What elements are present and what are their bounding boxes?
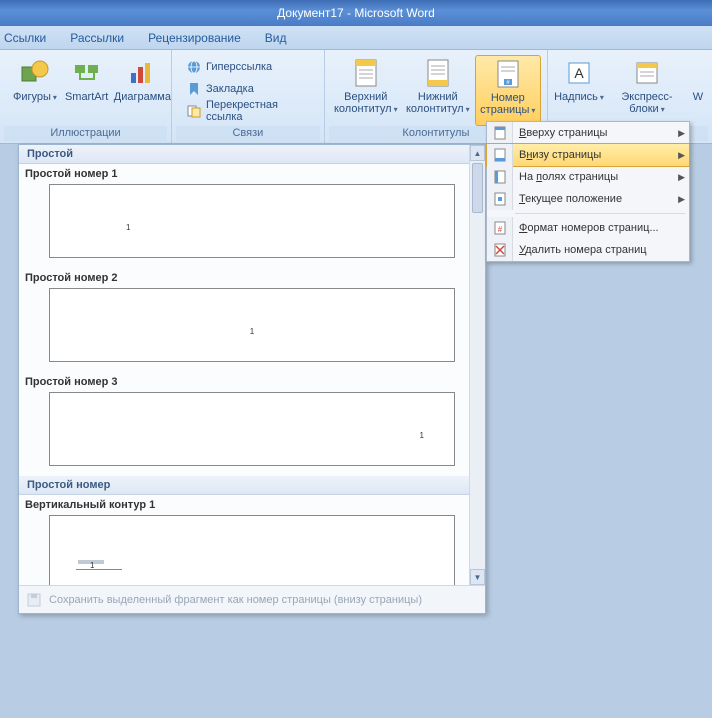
- chart-button[interactable]: Диаграмма: [115, 55, 169, 126]
- bookmark-label: Закладка: [206, 83, 254, 95]
- crossref-button[interactable]: Перекрестная ссылка: [182, 101, 318, 121]
- remove-icon: [487, 239, 513, 261]
- gallery-item-4[interactable]: 1: [49, 515, 455, 585]
- shapes-button[interactable]: Фигуры: [12, 55, 58, 126]
- gallery-item-1[interactable]: 1: [49, 184, 455, 258]
- crossref-label: Перекрестная ссылка: [206, 99, 314, 123]
- menu-bottom-of-page[interactable]: Внизу страницы ▶: [486, 143, 690, 167]
- quickparts-label: Экспресс-блоки: [606, 91, 688, 116]
- textbox-label: Надпись: [553, 91, 605, 104]
- footer-icon: [422, 57, 454, 89]
- format-icon: #: [487, 217, 513, 239]
- gallery-footer[interactable]: Сохранить выделенный фрагмент как номер …: [19, 585, 485, 613]
- gallery-header-simple2: Простой номер: [19, 476, 485, 495]
- submenu-arrow-icon: ▶: [678, 128, 685, 139]
- page-bottom-icon: [487, 144, 513, 166]
- footer-label: Нижний колонтитул: [403, 91, 473, 116]
- menu-page-margins[interactable]: На полях страницы ▶: [487, 166, 689, 188]
- window-title: Документ17 - Microsoft Word: [277, 6, 435, 20]
- pagenumber-icon: #: [492, 58, 524, 90]
- pagenumber-gallery: Простой Простой номер 1 1 Простой номер …: [18, 144, 486, 614]
- quickparts-icon: [631, 57, 663, 89]
- page-current-icon: [487, 188, 513, 210]
- smartart-button[interactable]: SmartArt: [64, 55, 109, 126]
- gallery-scrollbar[interactable]: ▲ ▼: [469, 145, 485, 585]
- menu-format-numbers[interactable]: # Формат номеров страниц...: [487, 217, 689, 239]
- pagenumber-button[interactable]: # Номер страницы: [475, 55, 541, 126]
- svg-text:A: A: [574, 65, 584, 81]
- submenu-arrow-icon: ▶: [678, 172, 685, 183]
- header-icon: [350, 57, 382, 89]
- textbox-icon: A: [563, 57, 595, 89]
- menu-separator: [515, 213, 685, 214]
- submenu-arrow-icon: ▶: [678, 150, 685, 161]
- group-links: Гиперссылка Закладка Перекрестная ссылка…: [172, 50, 325, 143]
- tab-references[interactable]: Ссылки: [4, 31, 46, 45]
- crossref-icon: [186, 103, 202, 119]
- textbox-button[interactable]: A Надпись: [554, 55, 604, 126]
- quickparts-button[interactable]: Экспресс-блоки: [606, 55, 688, 126]
- tab-review[interactable]: Рецензирование: [148, 31, 241, 45]
- gallery-item-2[interactable]: 1: [49, 288, 455, 362]
- page-top-icon: [487, 122, 513, 144]
- menu-top-of-page[interactable]: Вверху страницы ▶: [487, 122, 689, 144]
- gallery-item-title: Вертикальный контур 1: [19, 495, 485, 513]
- submenu-arrow-icon: ▶: [678, 194, 685, 205]
- smartart-icon: [71, 57, 103, 89]
- titlebar: Документ17 - Microsoft Word: [0, 0, 712, 26]
- pagenumber-menu: Вверху страницы ▶ Внизу страницы ▶ На по…: [486, 121, 690, 262]
- ribbon-tabs: Ссылки Рассылки Рецензирование Вид: [0, 26, 712, 50]
- wordart-icon: [682, 57, 712, 89]
- gallery-item-title: Простой номер 2: [19, 268, 485, 286]
- gallery-item-title: Простой номер 3: [19, 372, 485, 390]
- page-margins-icon: [487, 166, 513, 188]
- menu-current-position[interactable]: Текущее положение ▶: [487, 188, 689, 210]
- pagenumber-label: Номер страницы: [476, 92, 540, 117]
- shapes-label: Фигуры: [12, 91, 58, 104]
- hyperlink-label: Гиперссылка: [206, 61, 272, 73]
- gallery-item-title: Простой номер 1: [19, 164, 485, 182]
- tab-mailings[interactable]: Рассылки: [70, 31, 124, 45]
- gallery-item-3[interactable]: 1: [49, 392, 455, 466]
- footer-button[interactable]: Нижний колонтитул: [403, 55, 473, 126]
- save-selection-icon: [25, 591, 43, 609]
- group-illustrations: Фигуры SmartArt Диаграмма Иллюстрации: [0, 50, 172, 143]
- scroll-thumb[interactable]: [472, 163, 483, 213]
- gallery-footer-label: Сохранить выделенный фрагмент как номер …: [49, 594, 422, 606]
- wordart-label: W: [692, 91, 704, 103]
- svg-text:#: #: [497, 225, 502, 234]
- group-links-label: Связи: [176, 126, 320, 141]
- chart-label: Диаграмма: [113, 91, 172, 103]
- bookmark-icon: [186, 81, 202, 97]
- hyperlink-button[interactable]: Гиперссылка: [182, 57, 318, 77]
- scroll-down-icon[interactable]: ▼: [470, 569, 485, 585]
- bookmark-button[interactable]: Закладка: [182, 79, 318, 99]
- wordart-button[interactable]: W: [690, 55, 706, 126]
- header-label: Верхний колонтитул: [331, 91, 401, 116]
- chart-icon: [126, 57, 158, 89]
- group-illustrations-label: Иллюстрации: [4, 126, 167, 141]
- hyperlink-icon: [186, 59, 202, 75]
- gallery-header-simple: Простой: [19, 145, 485, 164]
- menu-remove-numbers[interactable]: Удалить номера страниц: [487, 239, 689, 261]
- smartart-label: SmartArt: [64, 91, 109, 103]
- shapes-icon: [19, 57, 51, 89]
- header-button[interactable]: Верхний колонтитул: [331, 55, 401, 126]
- tab-view[interactable]: Вид: [265, 31, 287, 45]
- scroll-up-icon[interactable]: ▲: [470, 145, 485, 161]
